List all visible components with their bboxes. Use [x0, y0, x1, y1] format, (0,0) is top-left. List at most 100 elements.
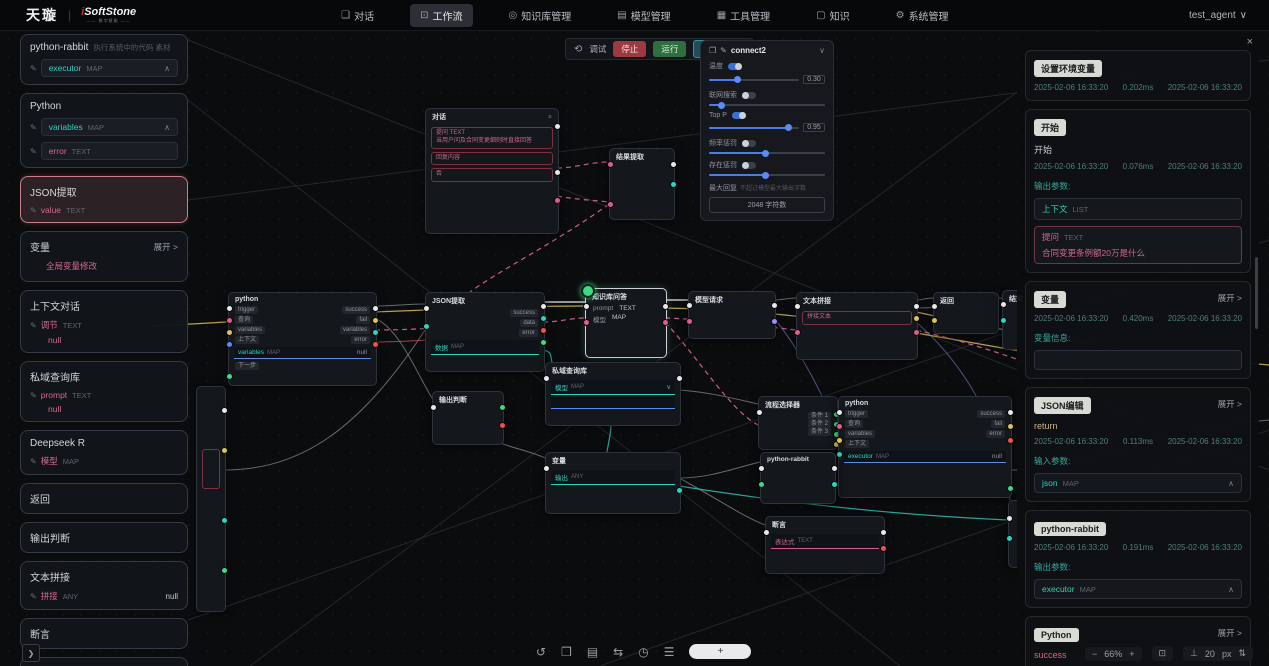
- variables-input[interactable]: variablesMAPnull: [234, 347, 371, 359]
- output-field[interactable]: 输出ANY: [551, 470, 675, 485]
- panel-scrollbar[interactable]: [1255, 257, 1258, 329]
- menu-item-knowledge[interactable]: ▢知识: [806, 4, 859, 27]
- doc-icon[interactable]: ▤: [587, 645, 598, 659]
- sidebar-card-python-rabbit[interactable]: python-rabbit执行系统中的代码 素材 ✎ executorMAP∧: [20, 34, 188, 85]
- top-p-slider[interactable]: [709, 127, 799, 129]
- user-menu[interactable]: test_agent ∨: [1189, 10, 1247, 21]
- sidebar-card-context-dialog[interactable]: 上下文对话 ✎ 调节TEXT null: [20, 290, 188, 353]
- web-search-toggle[interactable]: [742, 92, 756, 99]
- field-model: 模型MAP: [41, 455, 79, 467]
- close-icon[interactable]: ×: [548, 114, 552, 121]
- list-icon[interactable]: ☰: [664, 645, 675, 659]
- expand-link[interactable]: 展开 >: [1218, 292, 1242, 304]
- sidebar-card-deepseek[interactable]: Deepseek R ✎ 模型MAP: [20, 430, 188, 475]
- node-dialog[interactable]: 对话× 提问 TEXT当用户问及合同变更细则时直接回答 回复内容 否: [425, 108, 559, 234]
- dialog-question-box[interactable]: 提问 TEXT当用户问及合同变更细则时直接回答: [431, 127, 553, 149]
- grid-size-value[interactable]: 20: [1205, 649, 1215, 659]
- web-search-slider[interactable]: [709, 104, 825, 106]
- json-field[interactable]: jsonMAP∧: [1034, 473, 1242, 493]
- sidebar-card-variable[interactable]: 变量展开 > 全局变量修改: [20, 231, 188, 282]
- executor-input[interactable]: executorMAPnull: [844, 451, 1006, 463]
- join-text-box[interactable]: 拼接文本: [802, 311, 912, 325]
- node-output-judge[interactable]: 输出判断: [432, 391, 504, 445]
- close-icon[interactable]: ×: [1247, 36, 1253, 48]
- presence-penalty-toggle[interactable]: [742, 162, 756, 169]
- log-entry-env[interactable]: 设置环境变量 2025-02-06 16:33:200.202ms2025-02…: [1025, 50, 1251, 101]
- menu-item-workflow[interactable]: ⊡工作流: [410, 4, 472, 27]
- library-input[interactable]: [551, 397, 675, 409]
- node-variable[interactable]: 变量 输出ANY: [545, 452, 681, 514]
- sidebar-card-json-extract-selected[interactable]: JSON提取 ✎ valueTEXT: [20, 176, 188, 223]
- grid-stepper[interactable]: ⇅: [1238, 648, 1246, 659]
- menu-item-knowledge-base[interactable]: ◎知识库管理: [499, 4, 582, 27]
- expand-link[interactable]: 展开 >: [154, 241, 178, 253]
- sidebar-card-assert[interactable]: 断言: [20, 618, 188, 649]
- node-python-2[interactable]: python triggersuccess 查询fail variableser…: [838, 396, 1012, 498]
- menu-item-system-mgmt[interactable]: ⚙系统管理: [886, 4, 959, 27]
- assert-expression-input[interactable]: 表达式TEXT: [771, 534, 879, 549]
- dialog-no-box[interactable]: 否: [431, 168, 553, 182]
- node-python-rabbit[interactable]: python-rabbit: [760, 452, 836, 504]
- flow-icon[interactable]: ⇆: [613, 645, 623, 659]
- run-button[interactable]: 运行: [653, 41, 686, 57]
- data-input[interactable]: 数据MAP: [431, 340, 539, 355]
- log-entry-variable[interactable]: 变量 展开 > 2025-02-06 16:33:200.420ms2025-0…: [1025, 281, 1251, 379]
- sidebar-card-return[interactable]: 返回: [20, 483, 188, 514]
- expand-link[interactable]: 展开 >: [1218, 627, 1242, 639]
- dialog-reply-box[interactable]: 回复内容: [431, 152, 553, 166]
- stop-button[interactable]: 停止: [613, 41, 646, 57]
- node-model-request[interactable]: 模型请求: [688, 291, 776, 339]
- node-kb-qa-active[interactable]: 知识库问答 promptTEXT 模型MAP: [585, 288, 667, 358]
- logo-text: SoftStone: [84, 6, 136, 18]
- model-select[interactable]: 模型MAP∨: [551, 380, 675, 395]
- expand-link[interactable]: 展开 >: [1218, 398, 1242, 410]
- node-result-extract[interactable]: 结果提取: [609, 148, 675, 220]
- temperature-toggle[interactable]: [728, 63, 742, 70]
- node-private-query[interactable]: 私域查询库 模型MAP∨: [545, 362, 681, 426]
- undo-icon[interactable]: ↺: [536, 645, 546, 659]
- node-python-1[interactable]: python triggersuccess 查询fail variablesva…: [228, 292, 377, 386]
- zoom-out-button[interactable]: −: [1092, 649, 1097, 659]
- menu-item-model-mgmt[interactable]: ▤模型管理: [607, 4, 680, 27]
- port-label: error: [986, 430, 1005, 438]
- executor-field[interactable]: executorMAP∧: [1034, 579, 1242, 599]
- sidebar-card-text-join[interactable]: 文本拼接 ✎ 拼接ANY null: [20, 561, 188, 610]
- node-clipped-left[interactable]: [196, 386, 226, 612]
- sidebar-expand-button[interactable]: ❯: [22, 644, 40, 662]
- sidebar-card-private-query[interactable]: 私域查询库 ✎ promptTEXT null: [20, 361, 188, 422]
- sidebar-card-python[interactable]: Python ✎ variablesMAP∧ ✎ errorTEXT: [20, 93, 188, 168]
- log-entry-start[interactable]: 开始 开始 2025-02-06 16:33:200.076ms2025-02-…: [1025, 109, 1251, 273]
- presence-penalty-slider[interactable]: [709, 174, 825, 176]
- node-return[interactable]: 返回: [933, 292, 999, 334]
- menu-item-chat[interactable]: ❑对话: [331, 4, 384, 27]
- top-p-toggle[interactable]: [732, 112, 746, 119]
- variable-info-field[interactable]: [1034, 350, 1242, 370]
- sidebar-card-kb-qa[interactable]: 知识库问答 ✎ promptTEXT null: [20, 657, 188, 666]
- json-edit-badge: JSON编辑: [1034, 397, 1091, 414]
- copy-icon[interactable]: ❒: [561, 645, 572, 659]
- node-json-extract[interactable]: JSON提取 success data error 数据MAP: [425, 292, 545, 372]
- log-entry-python-rabbit[interactable]: python-rabbit 2025-02-06 16:33:200.191ms…: [1025, 510, 1251, 608]
- sidebar-card-output-judge[interactable]: 输出判断: [20, 522, 188, 553]
- chevron-down-icon[interactable]: ∨: [819, 46, 825, 55]
- field-error[interactable]: errorTEXT: [41, 142, 178, 160]
- node-text-join[interactable]: 文本拼接 拼接文本: [796, 292, 918, 360]
- question-field[interactable]: 提问TEXT 合同变更条例额20万是什么: [1034, 226, 1242, 264]
- fit-view-button[interactable]: ⊡: [1159, 648, 1167, 659]
- zoom-in-button[interactable]: +: [1129, 649, 1134, 659]
- menu-item-tools-mgmt[interactable]: ▦工具管理: [707, 4, 780, 27]
- node-assert[interactable]: 断言 表达式TEXT: [765, 516, 885, 574]
- node-flow-selector[interactable]: 流程选择器 条件 1 条件 2 条件 3: [758, 396, 838, 450]
- temperature-slider[interactable]: [709, 79, 799, 81]
- freq-penalty-slider[interactable]: [709, 152, 825, 154]
- run-pill-button[interactable]: +: [689, 644, 751, 659]
- char-limit-button[interactable]: 2048 字符数: [709, 197, 825, 213]
- variable-link[interactable]: 全局变量修改: [46, 260, 178, 272]
- history-icon[interactable]: ◷: [638, 645, 648, 659]
- context-field[interactable]: 上下文LIST: [1034, 198, 1242, 220]
- log-entry-json-edit[interactable]: JSON编辑 展开 > return 2025-02-06 16:33:200.…: [1025, 387, 1251, 502]
- freq-penalty-toggle[interactable]: [742, 140, 756, 147]
- refresh-icon[interactable]: ⟲: [574, 44, 582, 55]
- field-variables[interactable]: variablesMAP∧: [41, 118, 178, 136]
- field-executor[interactable]: executorMAP∧: [41, 59, 178, 77]
